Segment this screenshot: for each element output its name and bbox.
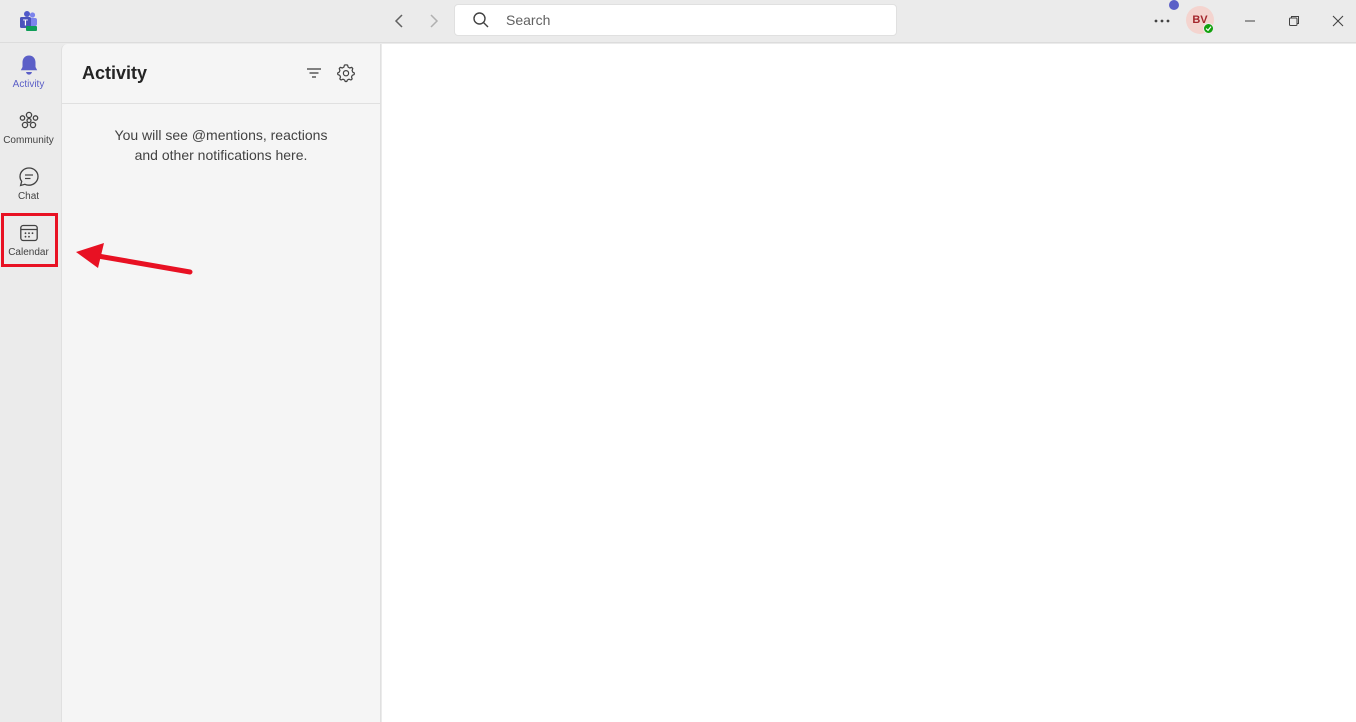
teams-window: T Search BV Activity Community Chat Cale… <box>0 0 1356 722</box>
more-options-button[interactable] <box>1150 9 1174 33</box>
close-button[interactable] <box>1324 8 1352 34</box>
chevron-left-icon <box>394 14 403 28</box>
settings-button[interactable] <box>336 63 356 83</box>
minimize-button[interactable] <box>1236 8 1264 34</box>
notification-dot <box>1169 0 1179 10</box>
activity-panel: Activity You will see @mentions, reactio… <box>61 44 381 722</box>
empty-state-line: and other notifications here. <box>134 147 308 163</box>
empty-state-message: You will see @mentions, reactions and ot… <box>62 125 380 165</box>
rail-item-label: Community <box>3 135 54 146</box>
gear-icon <box>337 64 355 83</box>
filter-button[interactable] <box>304 63 324 83</box>
search-box[interactable] <box>454 4 897 36</box>
search-icon <box>472 11 490 29</box>
chevron-right-icon <box>430 14 439 28</box>
filter-icon <box>307 68 321 78</box>
title-bar: T Search BV <box>0 0 1356 43</box>
app-rail: Activity Community Chat Calendar <box>0 44 57 722</box>
empty-state-line: You will see @mentions, reactions <box>114 127 328 143</box>
minimize-icon <box>1245 20 1255 22</box>
forward-button[interactable] <box>421 9 445 33</box>
close-icon <box>1332 15 1344 27</box>
rail-item-chat[interactable]: Chat <box>0 160 57 212</box>
more-icon <box>1154 19 1170 23</box>
rail-item-label: Chat <box>17 191 40 202</box>
restore-icon <box>1289 16 1299 26</box>
rail-item-label: Activity <box>12 79 45 90</box>
annotation-arrow-icon <box>76 243 193 275</box>
calendar-highlight-annotation <box>1 213 58 267</box>
rail-item-community[interactable]: Community <box>0 104 57 156</box>
teams-logo-icon: T <box>17 10 39 32</box>
search-input[interactable] <box>506 12 886 28</box>
rail-item-activity[interactable]: Activity <box>0 48 57 100</box>
chat-icon <box>18 166 40 188</box>
restore-button[interactable] <box>1280 8 1308 34</box>
panel-header: Activity <box>62 44 380 104</box>
presence-available-icon <box>1203 23 1214 34</box>
bell-icon <box>18 54 40 76</box>
back-button[interactable] <box>388 9 412 33</box>
main-content <box>382 44 1356 722</box>
community-icon <box>18 110 40 132</box>
panel-title: Activity <box>82 63 148 83</box>
